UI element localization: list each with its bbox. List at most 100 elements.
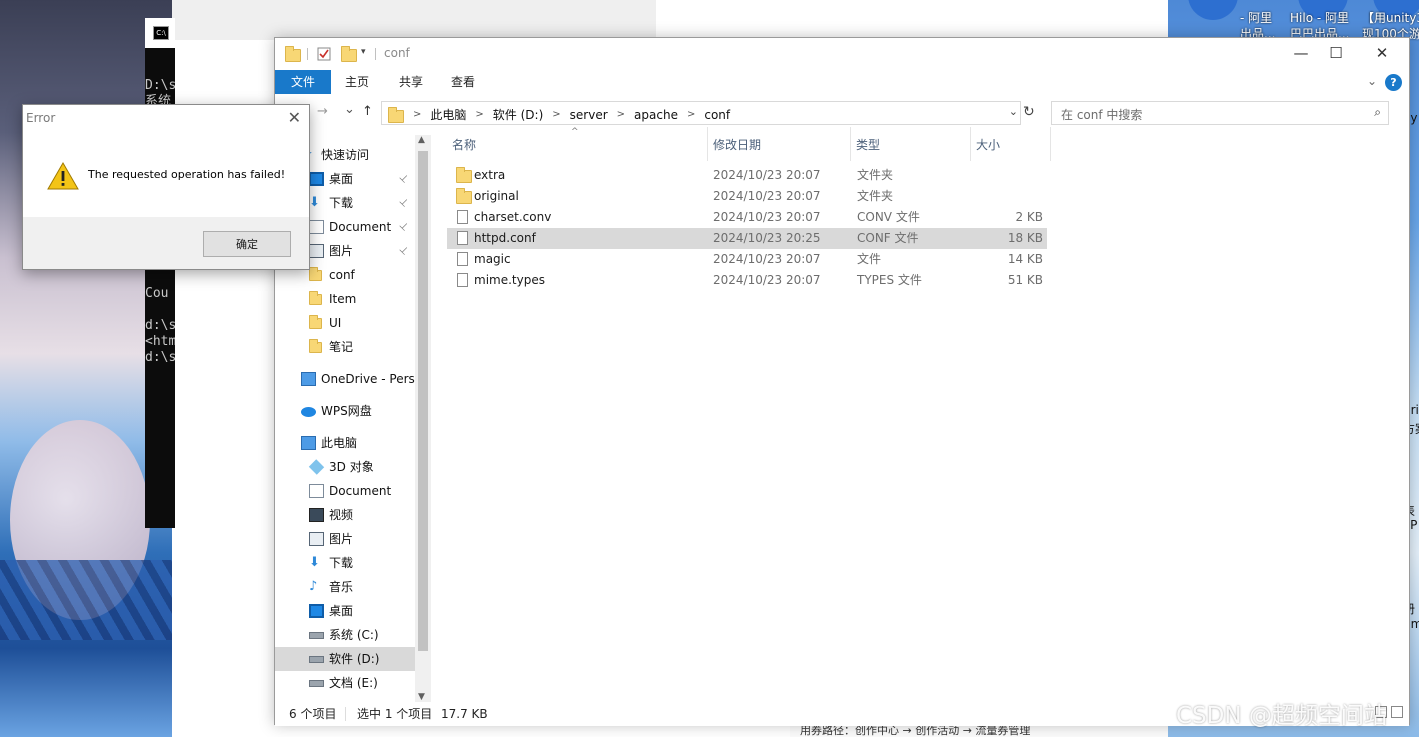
file-row[interactable]: magic 2024/10/23 20:07 文件 14 KB <box>447 249 1047 270</box>
tab-file[interactable]: 文件 <box>275 70 331 94</box>
column-header-date[interactable]: 修改日期 <box>708 127 851 161</box>
address-dropdown-icon[interactable]: ⌄ <box>1009 105 1018 118</box>
folder-icon <box>309 339 322 353</box>
error-dialog[interactable]: Error ✕ The requested operation has fail… <box>22 104 310 270</box>
navpane-item[interactable]: Item <box>275 287 415 311</box>
video-icon <box>309 508 324 522</box>
navpane-item-label: WPS网盘 <box>321 404 372 418</box>
column-header-type[interactable]: 类型 <box>851 127 971 161</box>
breadcrumb-conf[interactable]: conf <box>704 108 730 122</box>
minimize-button[interactable]: — <box>1291 44 1311 62</box>
up-button[interactable]: ↑ <box>362 104 373 119</box>
file-row[interactable]: httpd.conf 2024/10/23 20:25 CONF 文件 18 KB <box>447 228 1047 249</box>
navpane-item-label: OneDrive - Perso <box>321 372 415 386</box>
file-type: CONF 文件 <box>857 231 919 245</box>
pin-icon[interactable]: ⊥ <box>392 215 415 238</box>
navpane-item-label: Item <box>329 292 357 306</box>
navpane-item[interactable]: 3D 对象 <box>275 455 415 479</box>
error-message: The requested operation has failed! <box>88 168 286 181</box>
file-date: 2024/10/23 20:07 <box>713 168 821 182</box>
file-icon <box>457 231 468 245</box>
breadcrumb-drive-d[interactable]: 软件 (D:) <box>493 106 543 123</box>
folder-icon <box>456 188 472 204</box>
file-date: 2024/10/23 20:25 <box>713 231 821 245</box>
file-icon <box>457 273 468 287</box>
navpane-item[interactable]: UI <box>275 311 415 335</box>
properties-icon[interactable] <box>317 47 333 63</box>
search-placeholder: 在 conf 中搜索 <box>1061 108 1143 122</box>
navpane-item-label: 图片 <box>329 532 354 546</box>
drive-icon <box>309 656 324 663</box>
navpane-item[interactable]: 文档 (E:) <box>275 671 415 695</box>
navpane-item[interactable]: 笔记 <box>275 335 415 359</box>
large-icons-view-icon[interactable] <box>1391 706 1403 718</box>
command-prompt-window[interactable]: C:\ D:\s 系统 Cou d:\s <htm d:\s <box>145 18 175 528</box>
3d-objects-icon <box>308 459 325 475</box>
navpane-item-label: 下载 <box>329 196 354 210</box>
navpane-item[interactable]: 系统 (C:) <box>275 623 415 647</box>
navpane-item-label: conf <box>329 268 355 282</box>
file-list: ^ 名称 修改日期 类型 大小 extra 2024/10/23 20:07 文件夹… <box>447 127 1409 702</box>
breadcrumb-this-pc[interactable]: 此电脑 <box>430 106 466 123</box>
file-row[interactable]: extra 2024/10/23 20:07 文件夹 <box>447 165 1047 186</box>
file-date: 2024/10/23 20:07 <box>713 273 821 287</box>
column-header-name[interactable]: 名称 <box>447 127 708 161</box>
expand-ribbon-icon[interactable]: ⌄ <box>1367 74 1377 88</box>
column-header-size[interactable]: 大小 <box>971 127 1051 161</box>
breadcrumb-apache[interactable]: apache <box>634 108 678 122</box>
download-icon: ⬇ <box>309 555 320 570</box>
cloud-icon <box>301 407 316 417</box>
help-icon[interactable]: ? <box>1385 74 1402 91</box>
title-bar[interactable]: ▾ conf — ☐ ✕ <box>275 38 1409 70</box>
file-icon <box>457 252 468 266</box>
desktop-icon <box>309 604 324 618</box>
dialog-close-button[interactable]: ✕ <box>288 108 301 127</box>
file-explorer-window[interactable]: ▾ conf — ☐ ✕ 文件 主页 共享 查看 ⌄ ? ← → ⌄ ↑ > 此… <box>274 37 1410 726</box>
pin-icon[interactable]: ⊥ <box>392 167 415 190</box>
address-bar[interactable]: > 此电脑 > 软件 (D:) > server > apache > conf… <box>381 101 1021 125</box>
file-name: magic <box>474 252 511 266</box>
selected-size: 17.7 KB <box>441 707 488 721</box>
breadcrumb-server[interactable]: server <box>570 108 608 122</box>
tab-view[interactable]: 查看 <box>443 70 483 94</box>
file-row[interactable]: charset.conv 2024/10/23 20:07 CONV 文件 2 KB <box>447 207 1047 228</box>
navpane-scrollbar[interactable]: ▲ ▼ <box>415 135 431 702</box>
pin-icon[interactable]: ⊥ <box>392 239 415 262</box>
navpane-item[interactable]: 桌面 <box>275 599 415 623</box>
search-input[interactable]: 在 conf 中搜索 ⌕ <box>1051 101 1389 125</box>
navpane-item[interactable]: 图片 <box>275 527 415 551</box>
folder-icon <box>456 167 472 183</box>
new-folder-icon[interactable] <box>341 46 357 62</box>
navpane-item[interactable]: 软件 (D:) <box>275 647 415 671</box>
file-icon <box>457 210 468 224</box>
file-date: 2024/10/23 20:07 <box>713 189 821 203</box>
recent-locations-button[interactable]: ⌄ <box>344 102 355 117</box>
navpane-item[interactable]: ⬇ 下载 <box>275 551 415 575</box>
pin-icon[interactable]: ⊥ <box>392 191 415 214</box>
tab-share[interactable]: 共享 <box>391 70 431 94</box>
navpane-item[interactable]: ♪ 音乐 <box>275 575 415 599</box>
navpane-item[interactable]: WPS网盘 <box>275 399 415 423</box>
navpane-item-label: 音乐 <box>329 580 354 594</box>
navpane-item[interactable]: 此电脑 <box>275 431 415 455</box>
maximize-button[interactable]: ☐ <box>1326 44 1346 62</box>
download-icon: ⬇ <box>309 195 320 210</box>
file-row[interactable]: mime.types 2024/10/23 20:07 TYPES 文件 51 KB <box>447 270 1047 291</box>
file-row[interactable]: original 2024/10/23 20:07 文件夹 <box>447 186 1047 207</box>
navpane-item-label: 笔记 <box>329 340 354 354</box>
navpane-item-label: 视频 <box>329 508 354 522</box>
navpane-item-label: 桌面 <box>329 172 354 186</box>
refresh-icon[interactable]: ↻ <box>1023 104 1035 120</box>
document-icon <box>309 220 324 234</box>
ribbon-tabs: 文件 主页 共享 查看 ⌄ ? <box>275 70 1409 94</box>
onedrive-icon <box>301 372 316 386</box>
tab-home[interactable]: 主页 <box>337 70 377 94</box>
forward-button[interactable]: → <box>317 104 328 119</box>
navpane-item[interactable]: Document <box>275 479 415 503</box>
ok-button[interactable]: 确定 <box>203 231 291 257</box>
navpane-item[interactable]: 视频 <box>275 503 415 527</box>
navpane-item-label: 软件 (D:) <box>329 652 380 666</box>
item-count: 6 个项目 <box>289 707 337 721</box>
navpane-item[interactable]: OneDrive - Perso <box>275 367 415 391</box>
close-button[interactable]: ✕ <box>1372 44 1392 62</box>
